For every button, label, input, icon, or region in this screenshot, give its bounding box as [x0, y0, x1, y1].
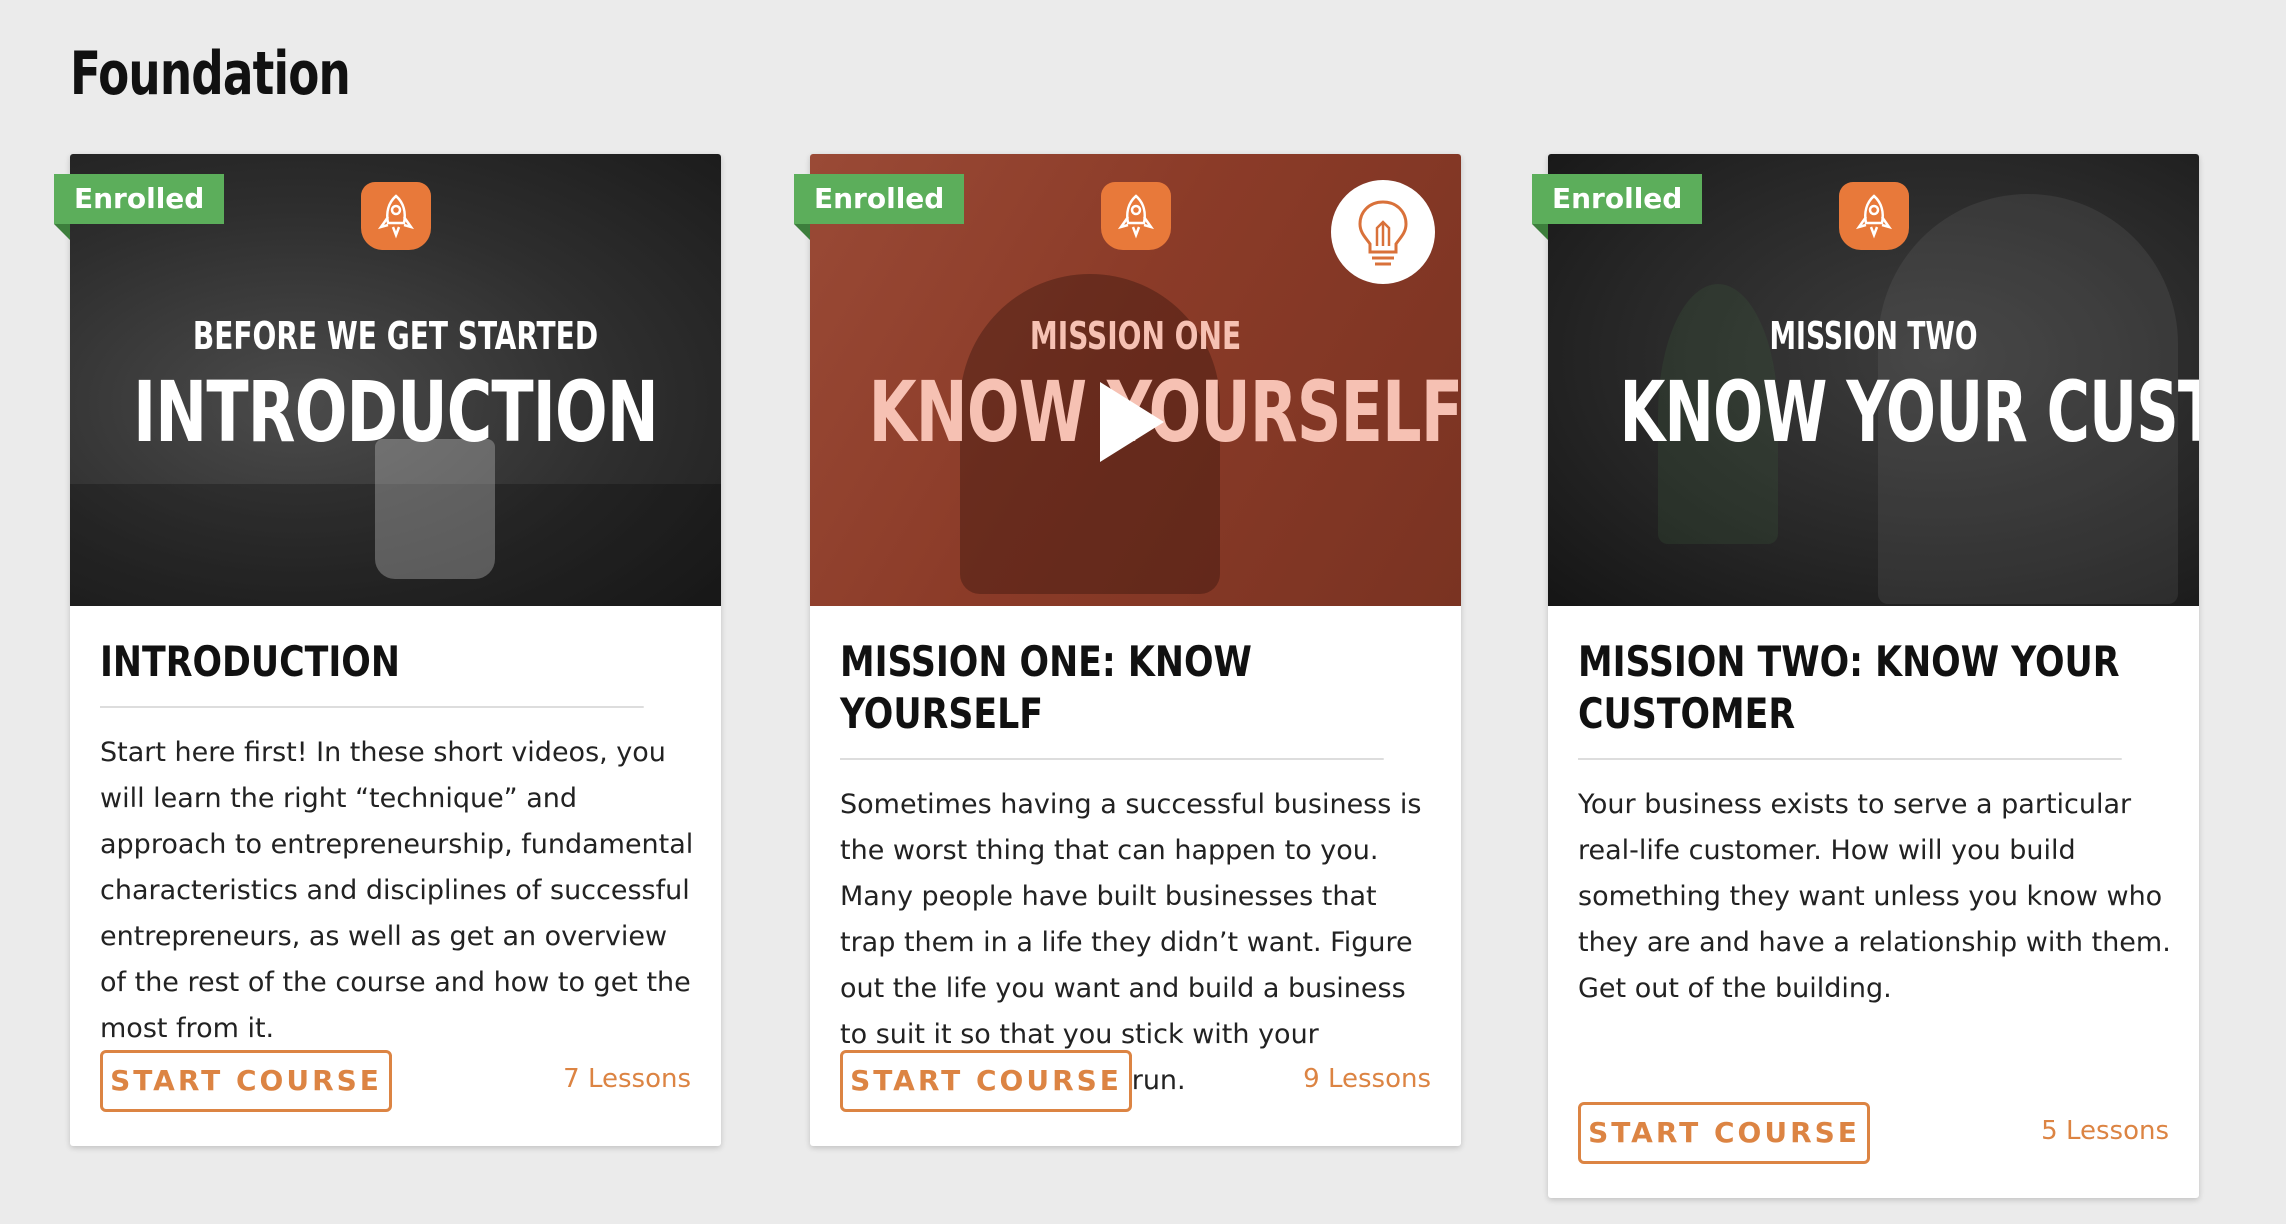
course-title[interactable]: MISSION TWO: KNOW YOUR CUSTOMER: [1578, 606, 2122, 760]
course-title[interactable]: INTRODUCTION: [100, 606, 644, 708]
thumbnail-kicker: MISSION ONE: [1029, 314, 1242, 358]
rocket-icon: [1100, 182, 1171, 250]
thumbnail-kicker: BEFORE WE GET STARTED: [192, 314, 599, 358]
enrolled-badge: Enrolled: [54, 174, 225, 240]
lesson-count: 7 Lessons: [563, 1064, 691, 1094]
lightbulb-icon: [1331, 180, 1435, 284]
rocket-icon: [1838, 182, 1909, 250]
enrolled-badge: Enrolled: [1532, 174, 1703, 240]
thumbnail-headline: INTRODUCTION: [133, 363, 659, 461]
rocket-icon: [360, 182, 431, 250]
course-card-know-your-customer: MISSION TWO KNOW YOUR CUSTOMER MISSION T…: [1548, 154, 2199, 1198]
lesson-count: 9 Lessons: [1303, 1064, 1431, 1094]
section-title: Foundation: [70, 39, 351, 109]
play-icon[interactable]: [1100, 382, 1164, 462]
start-course-button[interactable]: START COURSE: [1578, 1102, 1870, 1164]
enrolled-badge: Enrolled: [794, 174, 965, 240]
course-card-introduction: BEFORE WE GET STARTED INTRODUCTION INTRO…: [70, 154, 721, 1146]
start-course-button[interactable]: START COURSE: [840, 1050, 1132, 1112]
course-title[interactable]: MISSION ONE: KNOW YOURSELF: [840, 606, 1384, 760]
thumbnail-kicker: MISSION TWO: [1769, 314, 1978, 358]
course-card-know-yourself: MISSION ONE KNOW YOURSELF MISSION ONE: K…: [810, 154, 1461, 1146]
start-course-button[interactable]: START COURSE: [100, 1050, 392, 1112]
thumbnail-headline: KNOW YOUR CUSTOMER: [1619, 363, 2199, 461]
course-description: Your business exists to serve a particul…: [1578, 789, 2171, 1004]
lesson-count: 5 Lessons: [2041, 1116, 2169, 1146]
course-description: Start here first! In these short videos,…: [100, 737, 694, 1044]
